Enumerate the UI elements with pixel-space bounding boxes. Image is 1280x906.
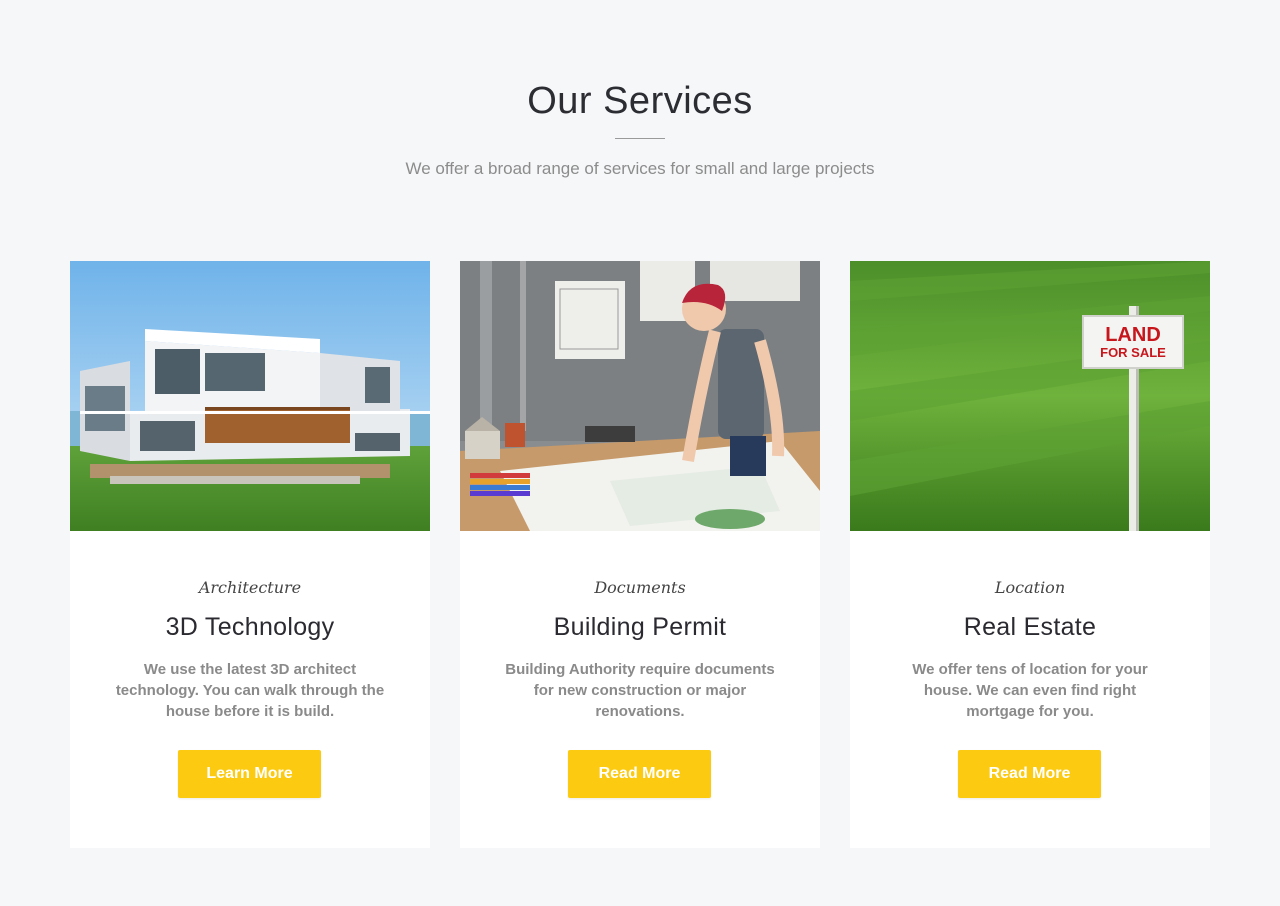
service-card-building-permit: Documents Building Permit Building Autho…: [460, 261, 820, 848]
learn-more-button[interactable]: Learn More: [178, 750, 321, 798]
title-divider: [615, 138, 665, 139]
services-section: Our Services We offer a broad range of s…: [0, 0, 1280, 906]
service-card-real-estate: LAND FOR SALE Location Real Estate We of…: [850, 261, 1210, 848]
card-title: Building Permit: [553, 613, 727, 641]
card-description: Building Authority require documents for…: [505, 661, 775, 720]
card-category: Architecture: [198, 578, 302, 597]
section-title: Our Services: [527, 80, 753, 122]
read-more-button[interactable]: Read More: [958, 750, 1101, 798]
section-subtitle: We offer a broad range of services for s…: [405, 159, 875, 178]
service-card-3d-technology: Architecture 3D Technology We use the la…: [70, 261, 430, 848]
card-title: Real Estate: [963, 613, 1097, 641]
card-category: Location: [994, 578, 1066, 597]
card-description: We use the latest 3D architect technolog…: [115, 661, 385, 720]
land-for-sale-image: LAND FOR SALE: [850, 261, 1210, 531]
read-more-button[interactable]: Read More: [568, 750, 711, 798]
architect-drawing-image: [460, 261, 820, 531]
card-title: 3D Technology: [165, 613, 335, 641]
house-image: [70, 261, 430, 531]
card-category: Documents: [594, 578, 686, 597]
card-description: We offer tens of location for your house…: [912, 661, 1148, 720]
